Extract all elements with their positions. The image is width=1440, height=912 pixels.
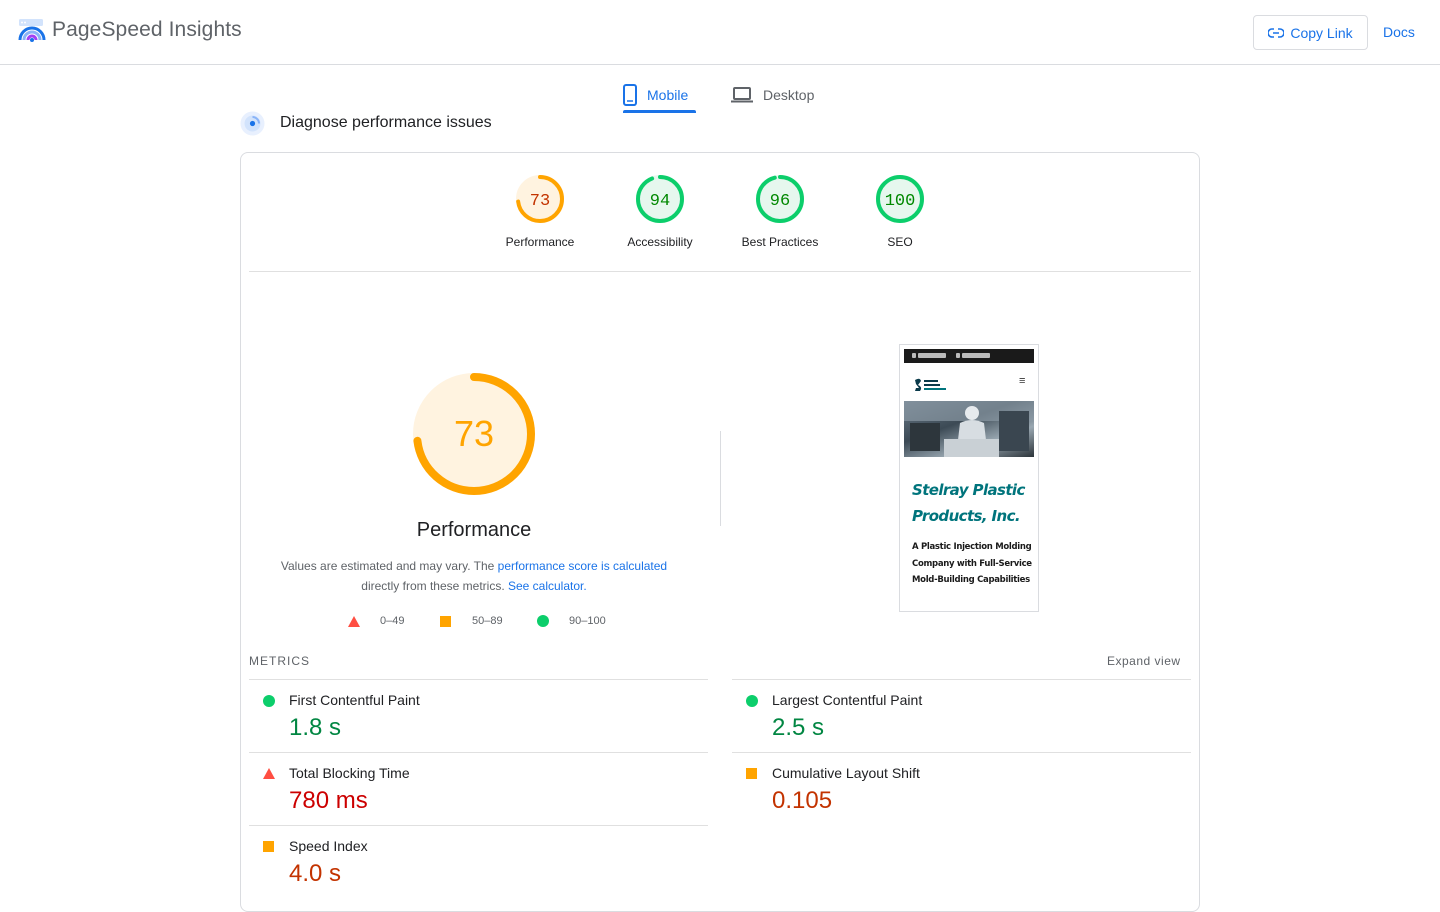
metric-largest-contentful-paint[interactable]: Largest Contentful Paint 2.5 s xyxy=(732,679,1191,752)
tab-mobile-label: Mobile xyxy=(647,87,689,103)
metric-cumulative-layout-shift[interactable]: Cumulative Layout Shift 0.105 xyxy=(732,752,1191,825)
site-logo-icon xyxy=(915,378,946,391)
screenshot-headline: Stelray Plastic Products, Inc. xyxy=(912,481,1025,525)
circle-icon xyxy=(263,695,275,707)
link-icon xyxy=(1268,27,1285,38)
gauge-ring: 96 xyxy=(756,175,804,223)
gauge-score: 94 xyxy=(650,192,670,211)
gauge-ring: 73 xyxy=(516,175,564,223)
triangle-icon xyxy=(348,615,360,627)
triangle-icon xyxy=(263,768,275,779)
score-calculated-link[interactable]: performance score is calculated xyxy=(498,559,667,573)
laptop-icon xyxy=(731,87,753,103)
gauge-accessibility[interactable]: 94 Accessibility xyxy=(610,173,710,249)
tab-desktop-label: Desktop xyxy=(763,87,815,103)
divider xyxy=(249,271,1191,272)
metrics-heading: METRICS xyxy=(249,654,310,668)
tab-mobile[interactable]: Mobile xyxy=(623,76,688,114)
circle-icon xyxy=(746,695,758,707)
copy-link-label: Copy Link xyxy=(1290,24,1353,41)
performance-heading: Performance xyxy=(416,519,532,541)
metric-name: Total Blocking Time xyxy=(289,765,410,781)
metric-value: 780 ms xyxy=(289,787,368,814)
gauge-label: Best Practices xyxy=(741,235,819,249)
top-app-bar: PageSpeed Insights Copy Link Docs xyxy=(0,0,1440,65)
performance-score-large: 73 xyxy=(454,413,494,454)
gauge-label: Performance xyxy=(505,235,575,249)
circle-icon xyxy=(537,615,549,627)
vertical-divider xyxy=(720,431,721,526)
diagnose-icon xyxy=(240,111,265,136)
square-icon xyxy=(440,615,451,627)
screenshot-subhead: A Plastic Injection Molding Company with… xyxy=(912,542,1032,585)
gauge-best-practices[interactable]: 96 Best Practices xyxy=(730,173,830,249)
gauge-performance[interactable]: 73 Performance xyxy=(490,173,590,249)
app-title[interactable]: PageSpeed Insights xyxy=(52,18,242,42)
tab-desktop[interactable]: Desktop xyxy=(731,76,814,114)
square-icon xyxy=(746,768,757,779)
phone-icon xyxy=(623,84,637,106)
report-card: 73 Performance 94 Accessibility 96 Best … xyxy=(240,152,1200,912)
gauge-ring: 94 xyxy=(636,175,684,223)
pagespeed-logo-icon[interactable] xyxy=(18,18,46,44)
metric-name: Cumulative Layout Shift xyxy=(772,765,920,781)
note-text: directly from these metrics. xyxy=(361,579,508,593)
square-icon xyxy=(263,841,274,852)
performance-gauge-large: 73 xyxy=(413,373,535,495)
gauge-score: 100 xyxy=(885,192,916,211)
page-screenshot[interactable]: ≡ Stelray Plastic Products, Inc. A Plast… xyxy=(899,344,1039,612)
see-calculator-link[interactable]: See calculator. xyxy=(508,579,587,593)
legend-range: 0–49 xyxy=(380,615,405,627)
hero-photo xyxy=(904,401,1034,457)
legend-fail: 0–49 xyxy=(348,615,404,627)
metric-first-contentful-paint[interactable]: First Contentful Paint 1.8 s xyxy=(249,679,708,752)
legend-range: 50–89 xyxy=(472,615,503,627)
metric-value: 4.0 s xyxy=(289,860,342,887)
section-title: Diagnose performance issues xyxy=(280,114,492,131)
gauge-label: Accessibility xyxy=(627,235,693,249)
gauge-score: 73 xyxy=(530,192,550,211)
gauge-score: 96 xyxy=(770,192,790,211)
docs-link[interactable]: Docs xyxy=(1383,24,1415,40)
note-text: Values are estimated and may vary. The xyxy=(280,559,498,573)
metric-name: Largest Contentful Paint xyxy=(772,692,923,708)
gauge-label: SEO xyxy=(887,235,913,249)
metric-name: Speed Index xyxy=(289,838,368,854)
metric-value: 0.105 xyxy=(772,787,833,814)
gauge-ring: 100 xyxy=(876,175,924,223)
gauge-seo[interactable]: 100 SEO xyxy=(850,173,950,249)
metric-value: 1.8 s xyxy=(289,714,342,741)
metric-name: First Contentful Paint xyxy=(289,692,420,708)
legend-pass: 90–100 xyxy=(537,615,606,627)
metric-speed-index[interactable]: Speed Index 4.0 s xyxy=(249,825,708,898)
metric-value: 2.5 s xyxy=(772,714,825,741)
hamburger-menu-icon: ≡ xyxy=(1019,375,1026,387)
tab-selection-indicator xyxy=(623,110,696,113)
performance-note: Values are estimated and may vary. The p… xyxy=(261,556,687,596)
legend-average: 50–89 xyxy=(440,615,503,627)
expand-view-toggle[interactable]: Expand view xyxy=(1107,654,1181,668)
metric-total-blocking-time[interactable]: Total Blocking Time 780 ms xyxy=(249,752,708,825)
legend-range: 90–100 xyxy=(569,615,606,627)
category-gauges: 73 Performance 94 Accessibility 96 Best … xyxy=(241,173,1199,273)
copy-link-button[interactable]: Copy Link xyxy=(1253,15,1368,50)
screenshot-topbar xyxy=(904,349,1034,363)
